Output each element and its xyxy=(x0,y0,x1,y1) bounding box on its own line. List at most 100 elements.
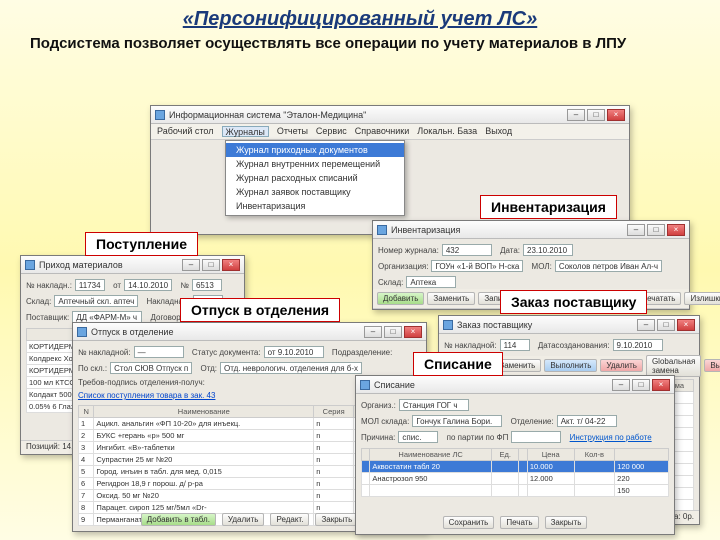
minimize-button[interactable]: – xyxy=(182,259,200,271)
surplus-button[interactable]: Излишки xyxy=(684,292,720,305)
order-titlebar[interactable]: Заказ поставщику –□× xyxy=(439,316,699,334)
main-title: Информационная система "Эталон-Медицина" xyxy=(169,110,366,120)
dropdown-item[interactable]: Журнал заявок поставщику xyxy=(226,185,404,199)
writeoff-titlebar[interactable]: Списание –□× xyxy=(356,376,674,394)
main-titlebar[interactable]: Информационная система "Эталон-Медицина"… xyxy=(151,106,629,124)
mol-input[interactable]: Гончук Галина Бори. xyxy=(412,415,502,427)
reason-input[interactable]: спис. xyxy=(398,431,438,443)
global-button[interactable]: Globальная замена xyxy=(646,355,701,377)
menu-item[interactable]: Отчеты xyxy=(277,126,308,137)
store-input[interactable]: Аптечный скл. аптеч xyxy=(54,295,138,307)
n-input[interactable]: — xyxy=(134,346,184,358)
minimize-button[interactable]: – xyxy=(627,224,645,236)
window-icon xyxy=(77,327,87,337)
maximize-button[interactable]: □ xyxy=(657,319,675,331)
instruction-link[interactable]: Инструкция по работе xyxy=(570,433,652,442)
maximize-button[interactable]: □ xyxy=(632,379,650,391)
status-input[interactable]: от 9.10.2010 xyxy=(264,346,324,358)
minimize-button[interactable]: – xyxy=(612,379,630,391)
dropdown-item[interactable]: Журнал внутренних перемещений xyxy=(226,157,404,171)
close-button[interactable]: Закрыть xyxy=(545,516,588,529)
writeoff-table[interactable]: Наименование ЛСЕд.ЦенаКол-в Аквостатин т… xyxy=(361,448,669,497)
window-icon xyxy=(443,320,453,330)
store-label: По скл.: xyxy=(78,364,107,373)
close-button[interactable]: × xyxy=(667,224,685,236)
dropdown-item[interactable]: Инвентаризация xyxy=(226,199,404,213)
delete-button[interactable]: Удалить xyxy=(222,513,265,526)
mol-label: МОЛ: xyxy=(532,262,552,271)
org-input[interactable]: ГОУн «1-й ВОП» Н-ска xyxy=(431,260,523,272)
n2-input[interactable]: 6513 xyxy=(192,279,222,291)
maximize-button[interactable]: □ xyxy=(587,109,605,121)
num-label: № накладн.: xyxy=(26,281,72,290)
mol-input[interactable]: Соколов петров Иван Ал-ч xyxy=(555,260,662,272)
table-row[interactable]: Аквостатин табл 2010.000120 000 xyxy=(362,461,669,473)
date-input[interactable]: 23.10.2010 xyxy=(523,244,573,256)
maximize-button[interactable]: □ xyxy=(647,224,665,236)
dispatch-titlebar[interactable]: Отпуск в отделение –□× xyxy=(73,323,426,341)
writeoff-form: Организ.:Станция ГОГ ч МОЛ склада:Гончук… xyxy=(356,394,674,500)
close-button[interactable]: × xyxy=(607,109,625,121)
writeoff-footer: Сохранить Печать Закрыть xyxy=(356,513,674,532)
main-menubar[interactable]: Рабочий стол Журналы Отчеты Сервис Справ… xyxy=(151,124,629,140)
date-input[interactable] xyxy=(511,431,561,443)
close-button[interactable]: × xyxy=(222,259,240,271)
table-row[interactable]: 150 xyxy=(362,485,669,497)
minimize-button[interactable]: – xyxy=(364,326,382,338)
window-title: Отпуск в отделение xyxy=(91,327,173,337)
number-label: Номер журнала: xyxy=(378,246,439,255)
window-title: Приход материалов xyxy=(39,260,123,270)
org-label: Организ.: xyxy=(361,401,396,410)
menu-item[interactable]: Рабочий стол xyxy=(157,126,214,137)
menu-item[interactable]: Сервис xyxy=(316,126,347,137)
menu-item[interactable]: Журналы xyxy=(222,126,269,137)
window-icon xyxy=(25,260,35,270)
add-button[interactable]: Добавить xyxy=(377,292,424,305)
dropdown-item[interactable]: Журнал приходных документов xyxy=(226,143,404,157)
minimize-button[interactable]: – xyxy=(637,319,655,331)
col-header: Наименование ЛС xyxy=(370,449,492,461)
date-input[interactable]: 9.10.2010 xyxy=(613,339,663,351)
inventory-titlebar[interactable]: Инвентаризация –□× xyxy=(373,221,689,239)
minimize-button[interactable]: – xyxy=(567,109,585,121)
maximize-button[interactable]: □ xyxy=(202,259,220,271)
menu-item[interactable]: Локальн. База xyxy=(417,126,477,137)
dropdown-item[interactable]: Журнал расходных списаний xyxy=(226,171,404,185)
label-order: Заказ поставщику xyxy=(500,290,647,314)
save-button[interactable]: Сохранить xyxy=(443,516,495,529)
table-row[interactable]: Анастрозол 95012.000220 xyxy=(362,473,669,485)
menu-item[interactable]: Справочники xyxy=(355,126,410,137)
dest-input[interactable]: Отд. неврологич. отделения для б-х xyxy=(220,362,362,374)
send-button[interactable]: Выслать xyxy=(704,359,720,372)
window-icon xyxy=(377,225,387,235)
edit-button[interactable]: Редакт. xyxy=(270,513,309,526)
add-button[interactable]: Добавить в табл. xyxy=(141,513,216,526)
date-label: Дата: xyxy=(500,246,520,255)
org-input[interactable]: Станция ГОГ ч xyxy=(399,399,469,411)
maximize-button[interactable]: □ xyxy=(384,326,402,338)
close-button[interactable]: × xyxy=(677,319,695,331)
n-input[interactable]: 114 xyxy=(500,339,530,351)
journals-dropdown[interactable]: Журнал приходных документов Журнал внутр… xyxy=(225,140,405,216)
arrival-titlebar[interactable]: Приход материалов –□× xyxy=(21,256,244,274)
supplier-label: Поставщик: xyxy=(26,313,69,322)
print-button[interactable]: Печать xyxy=(500,516,538,529)
contract-label: Договор: xyxy=(150,313,182,322)
close-button[interactable]: Закрыть xyxy=(315,513,358,526)
store-input[interactable]: Аптека xyxy=(406,276,456,288)
store-label: Склад: xyxy=(26,297,51,306)
date-label: по партии по ФП xyxy=(447,433,509,442)
delete-button[interactable]: Удалить xyxy=(600,359,643,372)
number-input[interactable]: 432 xyxy=(442,244,492,256)
label-writeoff: Списание xyxy=(413,352,503,376)
menu-item[interactable]: Выход xyxy=(485,126,512,137)
col-header: Ед. xyxy=(491,449,519,461)
date-input[interactable]: 14.10.2010 xyxy=(124,279,172,291)
close-button[interactable]: × xyxy=(652,379,670,391)
close-button[interactable]: × xyxy=(404,326,422,338)
dept-input[interactable]: Акт. т/ 04-22 xyxy=(557,415,617,427)
replace-button[interactable]: Заменить xyxy=(427,292,475,305)
execute-button[interactable]: Выполнить xyxy=(544,359,597,372)
store-input[interactable]: Стол СЮВ Отпуск п xyxy=(110,362,192,374)
num-input[interactable]: 11734 xyxy=(75,279,105,291)
